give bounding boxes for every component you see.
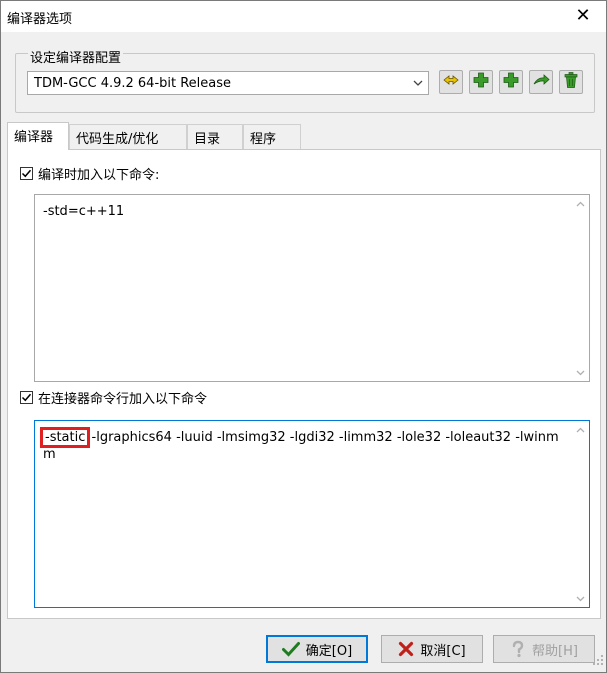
scroll-down-icon[interactable]: [572, 364, 589, 381]
scroll-up-icon[interactable]: [572, 195, 589, 212]
export-icon: [532, 71, 550, 93]
config-group-label: 设定编译器配置: [28, 47, 124, 66]
export-config-button[interactable]: [529, 70, 553, 94]
compile-options-label: 编译时加入以下命令:: [38, 168, 160, 183]
help-button-label: 帮助[H]: [532, 643, 578, 659]
tab-codegen[interactable]: 代码生成/优化: [69, 124, 187, 149]
compiler-config-select[interactable]: TDM-GCC 4.9.2 64-bit Release: [27, 71, 429, 95]
ok-button[interactable]: 确定[O]: [266, 635, 368, 663]
tab-compiler[interactable]: 编译器: [7, 122, 69, 150]
linker-options-textarea[interactable]: -static -lgraphics64 -luuid -lmsimg32 -l…: [34, 420, 590, 608]
tab-programs[interactable]: 程序: [243, 124, 301, 149]
delete-icon: [562, 71, 580, 93]
cancel-button[interactable]: 取消[C]: [381, 635, 483, 663]
window-title: 编译器选项: [7, 12, 73, 27]
compiler-config-value: TDM-GCC 4.9.2 64-bit Release: [34, 76, 232, 91]
scroll-up-icon[interactable]: [572, 421, 589, 438]
linker-options-label: 在连接器命令行加入以下命令: [38, 392, 208, 407]
linker-options-checkbox-row[interactable]: 在连接器命令行加入以下命令: [20, 388, 207, 407]
linker-options-text: -static -lgraphics64 -luuid -lmsimg32 -l…: [39, 427, 563, 463]
highlighted-static-flag: -static: [39, 427, 91, 448]
resize-grip-icon[interactable]: [592, 654, 604, 670]
rename-config-button[interactable]: [439, 70, 463, 94]
compile-options-checkbox-row[interactable]: 编译时加入以下命令:: [20, 164, 159, 183]
compiler-tab-panel: 编译时加入以下命令: -std=c++11 在连接器命令行加入以下命令 -sta…: [7, 149, 601, 619]
compile-options-scrollbar[interactable]: [572, 195, 589, 381]
linker-options-scrollbar[interactable]: [572, 421, 589, 607]
tab-programs-label: 程序: [250, 132, 277, 147]
delete-config-button[interactable]: [559, 70, 583, 94]
checkmark-icon: [281, 641, 300, 657]
copy-config-button[interactable]: [499, 70, 523, 94]
compile-options-textarea[interactable]: -std=c++11: [34, 194, 590, 382]
linker-options-rest: -lgraphics64 -luuid -lmsimg32 -lgdi32 -l…: [43, 430, 559, 462]
help-button[interactable]: 帮助[H]: [493, 635, 595, 663]
ok-button-label: 确定[O]: [305, 643, 353, 659]
close-button[interactable]: ✕: [572, 5, 594, 27]
compile-options-text: -std=c++11: [43, 204, 125, 219]
tab-compiler-label: 编译器: [14, 130, 54, 145]
cancel-button-label: 取消[C]: [420, 643, 466, 659]
compiler-options-dialog: 编译器选项 ✕ 设定编译器配置 TDM-GCC 4.9.2 64-bit Rel…: [0, 0, 607, 673]
chevron-down-icon: [408, 72, 428, 94]
add-copy-icon: [502, 71, 520, 93]
tab-codegen-label: 代码生成/优化: [76, 132, 159, 147]
help-icon: [510, 640, 526, 658]
scroll-down-icon[interactable]: [572, 590, 589, 607]
title-bar: 编译器选项 ✕: [1, 1, 606, 32]
add-icon: [472, 71, 490, 93]
tab-directories[interactable]: 目录: [187, 124, 243, 149]
compile-options-checkbox[interactable]: [20, 167, 33, 180]
close-x-icon: [398, 641, 414, 657]
tab-directories-label: 目录: [194, 132, 221, 147]
rename-icon: [442, 71, 460, 93]
add-config-button[interactable]: [469, 70, 493, 94]
linker-options-checkbox[interactable]: [20, 391, 33, 404]
